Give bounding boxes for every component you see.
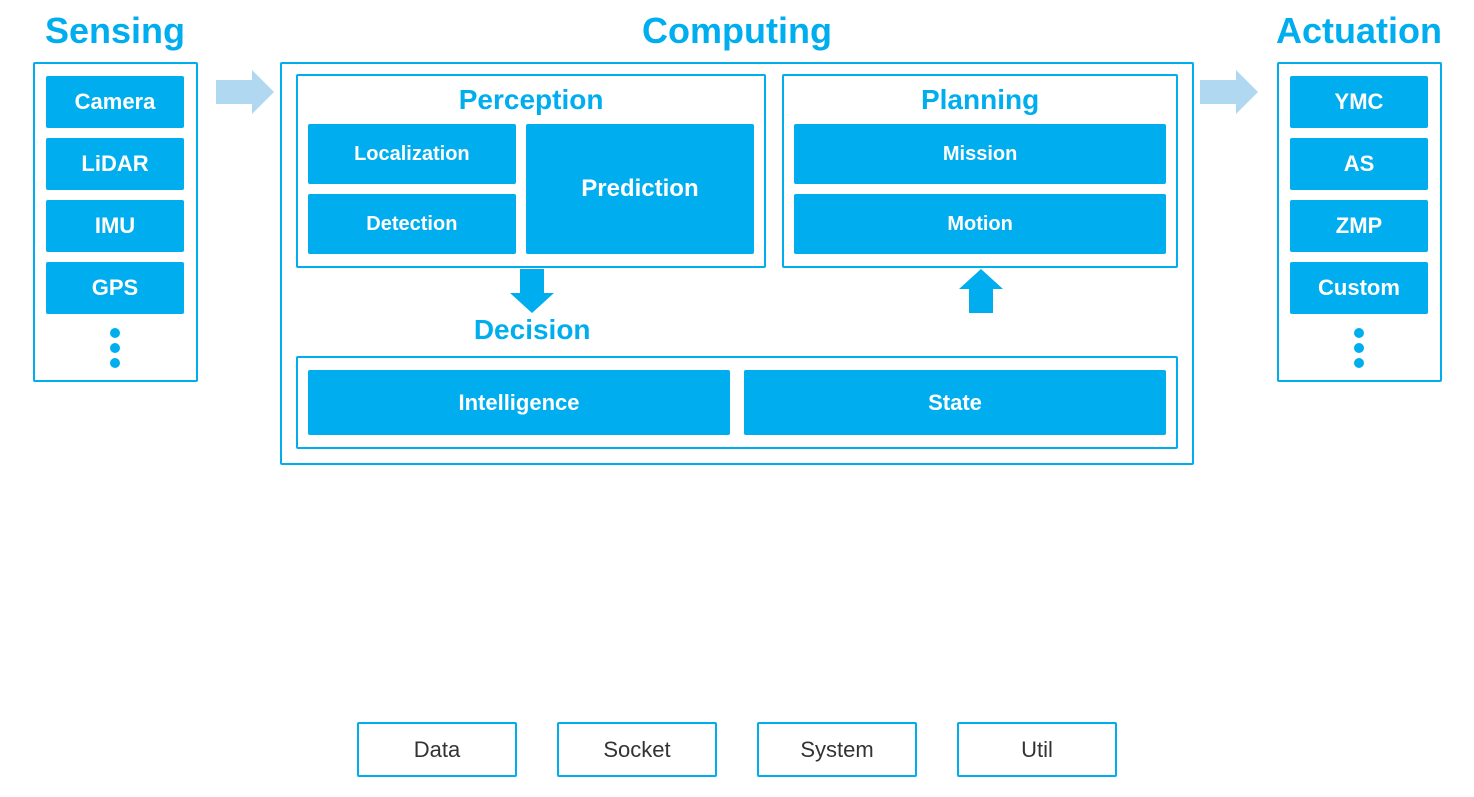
intelligence-item: Intelligence — [308, 370, 730, 435]
sensor-camera: Camera — [46, 76, 184, 128]
computing-title: Computing — [642, 10, 832, 52]
planning-inner: Mission Motion — [794, 124, 1166, 254]
sensing-dots — [110, 328, 120, 368]
bottom-util: Util — [957, 722, 1117, 777]
arrow-sensing-to-computing — [210, 10, 280, 114]
planning-box: Planning Mission Motion — [782, 74, 1178, 268]
arrow-down-icon — [510, 269, 554, 313]
mission-item: Mission — [794, 124, 1166, 184]
dot-1 — [110, 328, 120, 338]
dot-act-2 — [1354, 343, 1364, 353]
perception-box: Perception Localization Detection Predic… — [296, 74, 766, 268]
arrows-between — [296, 268, 1178, 314]
state-item: State — [744, 370, 1166, 435]
computing-column: Computing Perception Localization Detect… — [280, 10, 1194, 465]
sensor-imu: IMU — [46, 200, 184, 252]
decision-title: Decision — [296, 314, 768, 346]
motion-item: Motion — [794, 194, 1166, 254]
sensing-title: Sensing — [45, 10, 185, 52]
perception-left: Localization Detection — [308, 124, 516, 254]
actuation-zmp: ZMP — [1290, 200, 1428, 252]
sensing-column: Sensing Camera LiDAR IMU GPS — [20, 10, 210, 382]
decision-box: Intelligence State — [296, 356, 1178, 449]
dot-2 — [110, 343, 120, 353]
sensor-lidar: LiDAR — [46, 138, 184, 190]
planning-title: Planning — [794, 84, 1166, 116]
perception-inner: Localization Detection Prediction — [308, 124, 754, 254]
actuation-custom: Custom — [1290, 262, 1428, 314]
localization-item: Localization — [308, 124, 516, 184]
arrow-up-icon — [959, 269, 1003, 313]
bottom-system: System — [757, 722, 917, 777]
actuation-ymc: YMC — [1290, 76, 1428, 128]
right-arrow-icon-2 — [1200, 70, 1258, 114]
actuation-box: YMC AS ZMP Custom — [1277, 62, 1442, 382]
dot-act-3 — [1354, 358, 1364, 368]
dot-act-1 — [1354, 328, 1364, 338]
sensing-box: Camera LiDAR IMU GPS — [33, 62, 198, 382]
arrow-computing-to-actuation — [1194, 10, 1264, 114]
dot-3 — [110, 358, 120, 368]
right-arrow-icon — [216, 70, 274, 114]
bottom-row: Data Socket System Util — [20, 704, 1454, 787]
computing-main-box: Perception Localization Detection Predic… — [280, 62, 1194, 465]
bottom-socket: Socket — [557, 722, 717, 777]
arrow-down-container — [296, 269, 768, 313]
top-row: Sensing Camera LiDAR IMU GPS Computing — [20, 10, 1454, 704]
detection-item: Detection — [308, 194, 516, 254]
perception-title: Perception — [308, 84, 754, 116]
bottom-data: Data — [357, 722, 517, 777]
perception-planning-row: Perception Localization Detection Predic… — [296, 74, 1178, 268]
actuation-column: Actuation YMC AS ZMP Custom — [1264, 10, 1454, 382]
actuation-title: Actuation — [1276, 10, 1442, 52]
diagram-container: Sensing Camera LiDAR IMU GPS Computing — [0, 0, 1474, 797]
actuation-as: AS — [1290, 138, 1428, 190]
sensor-gps: GPS — [46, 262, 184, 314]
actuation-dots — [1354, 328, 1364, 368]
prediction-item: Prediction — [526, 124, 754, 254]
arrow-up-container — [784, 269, 1178, 313]
